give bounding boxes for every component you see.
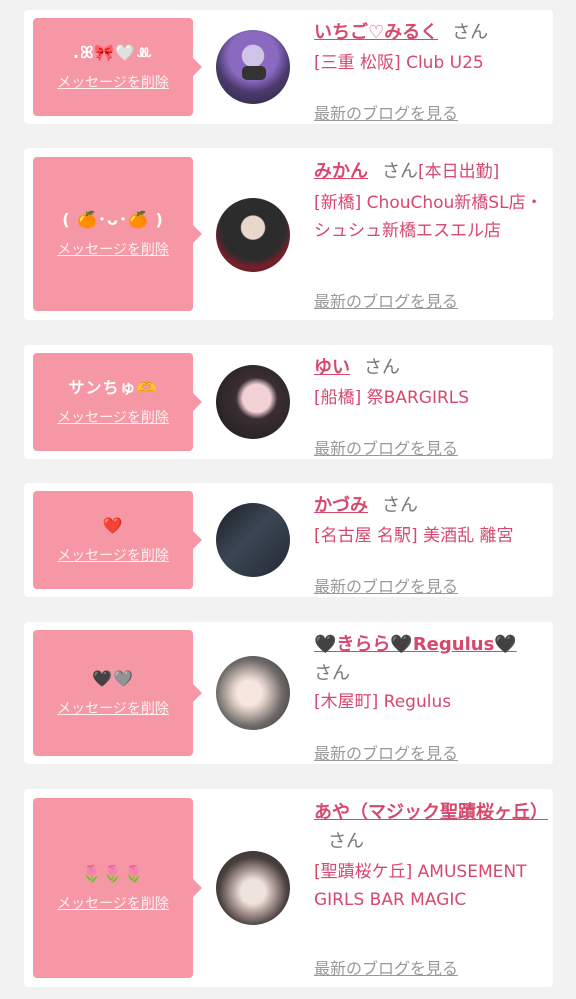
message-card: サンちゅ🫶 メッセージを削除 ゆい さん [船橋] 祭BARGIRLS 最新のブロ… bbox=[24, 345, 553, 459]
message-card: ❤️ メッセージを削除 かづみ さん [名古屋 名駅] 美酒乱 離宮 最新のブログ… bbox=[24, 483, 553, 597]
card-info: みかん さん[本日出勤] [新橋] ChouChou新橋SL店・シュシュ新橋エスエ… bbox=[314, 157, 545, 311]
message-text: ( 🍊･ᴗ･🍊 ) bbox=[62, 210, 164, 229]
san-label: さん bbox=[314, 663, 350, 684]
message-bubble: .ꕤ🎀🤍ꔛ メッセージを削除 bbox=[33, 18, 202, 116]
delete-message-link[interactable]: メッセージを削除 bbox=[57, 72, 169, 92]
message-bubble: 🌷🌷🌷 メッセージを削除 bbox=[33, 798, 202, 978]
shop-name: [木屋町] Regulus bbox=[314, 692, 452, 712]
message-card: 🖤🩶 メッセージを削除 🖤きらら🖤Regulus🖤 さん [木屋町] Regulu… bbox=[24, 622, 553, 764]
avatar[interactable] bbox=[216, 30, 290, 104]
cast-name-link[interactable]: ゆい bbox=[314, 357, 350, 378]
latest-blog-link[interactable]: 最新のブログを見る bbox=[314, 573, 458, 597]
shop-name: [三重 松阪] Club U25 bbox=[314, 53, 484, 73]
avatar[interactable] bbox=[216, 503, 290, 577]
message-text: ❤️ bbox=[102, 516, 124, 535]
san-label: さん bbox=[452, 22, 489, 43]
cast-name-link[interactable]: 🖤きらら🖤Regulus🖤 bbox=[314, 634, 517, 655]
delete-message-link[interactable]: メッセージを削除 bbox=[57, 545, 169, 565]
card-info: かづみ さん [名古屋 名駅] 美酒乱 離宮 最新のブログを見る bbox=[314, 491, 545, 596]
message-card: .ꕤ🎀🤍ꔛ メッセージを削除 いちご♡みるく さん [三重 松阪] Club U2… bbox=[24, 10, 553, 124]
latest-blog-link[interactable]: 最新のブログを見る bbox=[314, 288, 458, 312]
card-info: ゆい さん [船橋] 祭BARGIRLS 最新のブログを見る bbox=[314, 353, 545, 458]
latest-blog-link[interactable]: 最新のブログを見る bbox=[314, 740, 458, 764]
san-label: さん bbox=[382, 495, 418, 516]
cast-name-link[interactable]: かづみ bbox=[314, 495, 368, 516]
latest-blog-link[interactable]: 最新のブログを見る bbox=[314, 435, 458, 459]
avatar-mask bbox=[242, 66, 266, 80]
san-label: さん bbox=[328, 831, 364, 852]
delete-message-link[interactable]: メッセージを削除 bbox=[57, 893, 169, 913]
shop-name: [聖蹟桜ケ丘] AMUSEMENT GIRLS BAR MAGIC bbox=[314, 862, 527, 910]
avatar[interactable] bbox=[216, 365, 290, 439]
attendance-tag: [本日出勤] bbox=[418, 162, 500, 182]
message-bubble: ( 🍊･ᴗ･🍊 ) メッセージを削除 bbox=[33, 157, 202, 311]
message-bubble: 🖤🩶 メッセージを削除 bbox=[33, 630, 202, 756]
delete-message-link[interactable]: メッセージを削除 bbox=[57, 698, 169, 718]
message-bubble: サンちゅ🫶 メッセージを削除 bbox=[33, 353, 202, 451]
message-card: ( 🍊･ᴗ･🍊 ) メッセージを削除 みかん さん[本日出勤] [新橋] Chou… bbox=[24, 148, 553, 320]
san-label: さん bbox=[364, 357, 400, 378]
cast-name-link[interactable]: あや（マジック聖蹟桜ヶ丘） bbox=[314, 802, 548, 823]
message-text: 🌷🌷🌷 bbox=[81, 864, 145, 883]
avatar[interactable] bbox=[216, 656, 290, 730]
card-info: 🖤きらら🖤Regulus🖤 さん [木屋町] Regulus 最新のブログを見る bbox=[314, 630, 545, 763]
message-text: 🖤🩶 bbox=[92, 669, 134, 688]
avatar[interactable] bbox=[216, 198, 290, 272]
san-label: さん bbox=[382, 161, 418, 182]
message-text: サンちゅ🫶 bbox=[68, 378, 158, 397]
message-bubble: ❤️ メッセージを削除 bbox=[33, 491, 202, 589]
delete-message-link[interactable]: メッセージを削除 bbox=[57, 239, 169, 259]
avatar[interactable] bbox=[216, 851, 290, 925]
message-text: .ꕤ🎀🤍ꔛ bbox=[73, 43, 153, 62]
card-info: いちご♡みるく さん [三重 松阪] Club U25 最新のブログを見る bbox=[314, 18, 545, 123]
latest-blog-link[interactable]: 最新のブログを見る bbox=[314, 955, 458, 979]
delete-message-link[interactable]: メッセージを削除 bbox=[57, 407, 169, 427]
latest-blog-link[interactable]: 最新のブログを見る bbox=[314, 100, 458, 124]
cast-name-link[interactable]: いちご♡みるく bbox=[314, 22, 438, 43]
shop-name: [新橋] ChouChou新橋SL店・シュシュ新橋エスエル店 bbox=[314, 193, 543, 241]
shop-name: [名古屋 名駅] 美酒乱 離宮 bbox=[314, 526, 514, 546]
message-card: 🌷🌷🌷 メッセージを削除 あや（マジック聖蹟桜ヶ丘） さん [聖蹟桜ケ丘] AMU… bbox=[24, 789, 553, 987]
cast-name-link[interactable]: みかん bbox=[314, 161, 368, 182]
shop-name: [船橋] 祭BARGIRLS bbox=[314, 388, 470, 408]
card-info: あや（マジック聖蹟桜ヶ丘） さん [聖蹟桜ケ丘] AMUSEMENT GIRLS … bbox=[314, 798, 548, 978]
